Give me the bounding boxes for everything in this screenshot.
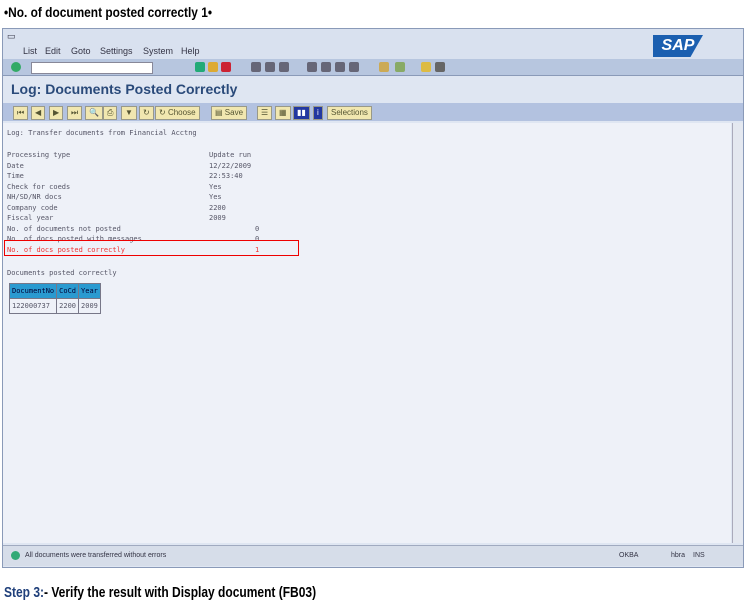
field-row: Date 12/22/2009 — [7, 162, 307, 170]
status-bar: All documents were transferred without e… — [3, 545, 743, 566]
field-label: Company code — [7, 203, 58, 212]
save-label: Save — [224, 108, 244, 117]
save-button[interactable]: ▤ Save — [211, 106, 248, 120]
count-row: No. of documents not posted 0 — [7, 225, 307, 233]
next-page-icon[interactable] — [335, 62, 345, 72]
log-header: Log: Transfer documents from Financial A… — [7, 129, 197, 137]
menu-list[interactable]: List — [23, 46, 37, 56]
print-list-icon[interactable]: ⎙ — [103, 106, 118, 120]
step-label: Step 3: — [4, 584, 45, 601]
page-title: Log: Documents Posted Correctly — [11, 81, 238, 97]
info-icon[interactable]: i — [313, 106, 323, 120]
help-icon[interactable] — [421, 62, 431, 72]
filter-icon[interactable]: ▼ — [121, 106, 137, 120]
documents-table: DocumentNo CoCd Year 122000737 2200 2009 — [8, 283, 101, 314]
log-content: Log: Transfer documents from Financial A… — [3, 123, 731, 543]
highlight-box — [4, 240, 299, 256]
system-name: OKBA — [619, 552, 639, 559]
new-session-icon[interactable] — [379, 62, 389, 72]
exit-icon[interactable] — [208, 62, 218, 72]
menu-edit[interactable]: Edit — [45, 46, 61, 56]
application-toolbar: ⏮ ◀ ▶ ⏭ 🔍 ⎙ ▼ ↻ ↻ Choose ▤ Save ☰ ▦ ▮▮ i… — [3, 103, 743, 121]
menu-bar: ▭ List Edit Goto Settings System Help SA… — [3, 29, 743, 59]
table-cell: 2009 — [78, 298, 101, 314]
column-header[interactable]: CoCd — [56, 283, 80, 299]
previous-icon[interactable]: ◀ — [31, 106, 46, 120]
field-value: 2009 — [209, 214, 226, 222]
variant-icon[interactable]: ☰ — [257, 106, 273, 120]
field-value: 22:53:40 — [209, 172, 243, 180]
success-icon — [11, 551, 20, 560]
status-message: All documents were transferred without e… — [25, 552, 167, 559]
field-row: Check for coeds Yes — [7, 183, 307, 191]
table-row[interactable]: 122000737 2200 2009 — [8, 298, 101, 314]
field-value: Update run — [209, 151, 252, 159]
table-cell[interactable]: 122000737 — [8, 298, 58, 314]
sap-logo: SAP — [653, 35, 703, 57]
field-value: 12/22/2009 — [209, 161, 252, 170]
cancel-icon[interactable] — [221, 62, 231, 72]
selections-button[interactable]: Selections — [327, 106, 372, 120]
field-label: Fiscal year — [7, 214, 54, 222]
input-mode[interactable]: INS — [693, 552, 705, 559]
window-icon[interactable]: ▭ — [7, 31, 16, 42]
column-header[interactable]: Year — [78, 283, 101, 299]
field-row: NH/SD/NR docs Yes — [7, 193, 307, 201]
layout-icon[interactable] — [435, 62, 445, 72]
enter-icon[interactable] — [11, 62, 21, 72]
detail-icon[interactable]: 🔍 — [85, 106, 103, 120]
last-page-icon[interactable] — [349, 62, 359, 72]
field-label: Date — [7, 161, 24, 170]
field-row: Fiscal year 2009 — [7, 214, 307, 222]
next-icon[interactable]: ▶ — [49, 106, 64, 120]
field-row: Processing type Update run — [7, 151, 307, 159]
table-title: Documents posted correctly — [7, 269, 117, 277]
field-value: Yes — [209, 182, 222, 191]
heading: •No. of document posted correctly 1• — [4, 4, 213, 20]
first-icon[interactable]: ⏮ — [13, 106, 29, 120]
prev-page-icon[interactable] — [321, 62, 331, 72]
shortcut-icon[interactable] — [395, 62, 405, 72]
field-row: Time 22:53:40 — [7, 172, 307, 180]
field-value: Yes — [209, 193, 222, 201]
client-name: hbra — [671, 552, 686, 559]
menu-system[interactable]: System — [143, 46, 173, 56]
menu-settings[interactable]: Settings — [100, 46, 133, 56]
field-label: Check for coeds — [7, 182, 71, 191]
print-icon[interactable] — [251, 62, 261, 72]
field-label: Processing type — [7, 151, 71, 159]
back-icon[interactable] — [195, 62, 205, 72]
menu-goto[interactable]: Goto — [71, 46, 91, 56]
count-label: No. of documents not posted — [7, 224, 121, 233]
menu-help[interactable]: Help — [181, 46, 200, 56]
count-value: 0 — [255, 224, 260, 233]
sap-window: ▭ List Edit Goto Settings System Help SA… — [2, 28, 744, 568]
system-toolbar — [3, 59, 743, 76]
vertical-scrollbar[interactable] — [732, 123, 743, 543]
step-caption: Step 3:- Verify the result with Display … — [4, 584, 316, 601]
find-icon[interactable] — [265, 62, 275, 72]
field-label: Time — [7, 172, 24, 180]
field-row: Company code 2200 — [7, 204, 307, 212]
first-page-icon[interactable] — [307, 62, 317, 72]
choose-button[interactable]: ↻ Choose — [155, 106, 200, 120]
field-label: NH/SD/NR docs — [7, 193, 62, 201]
last-icon[interactable]: ⏭ — [67, 106, 83, 120]
export-icon[interactable]: ▦ — [275, 106, 291, 120]
column-header[interactable]: DocumentNo — [8, 283, 58, 299]
columns-icon[interactable]: ▮▮ — [293, 106, 310, 120]
command-field[interactable] — [31, 62, 153, 74]
choose-label: Choose — [167, 108, 196, 117]
field-value: 2200 — [209, 203, 226, 212]
step-text: - Verify the result with Display documen… — [44, 584, 317, 601]
find-next-icon[interactable] — [279, 62, 289, 72]
refresh-icon[interactable]: ↻ — [139, 106, 154, 120]
table-cell: 2200 — [56, 298, 80, 314]
